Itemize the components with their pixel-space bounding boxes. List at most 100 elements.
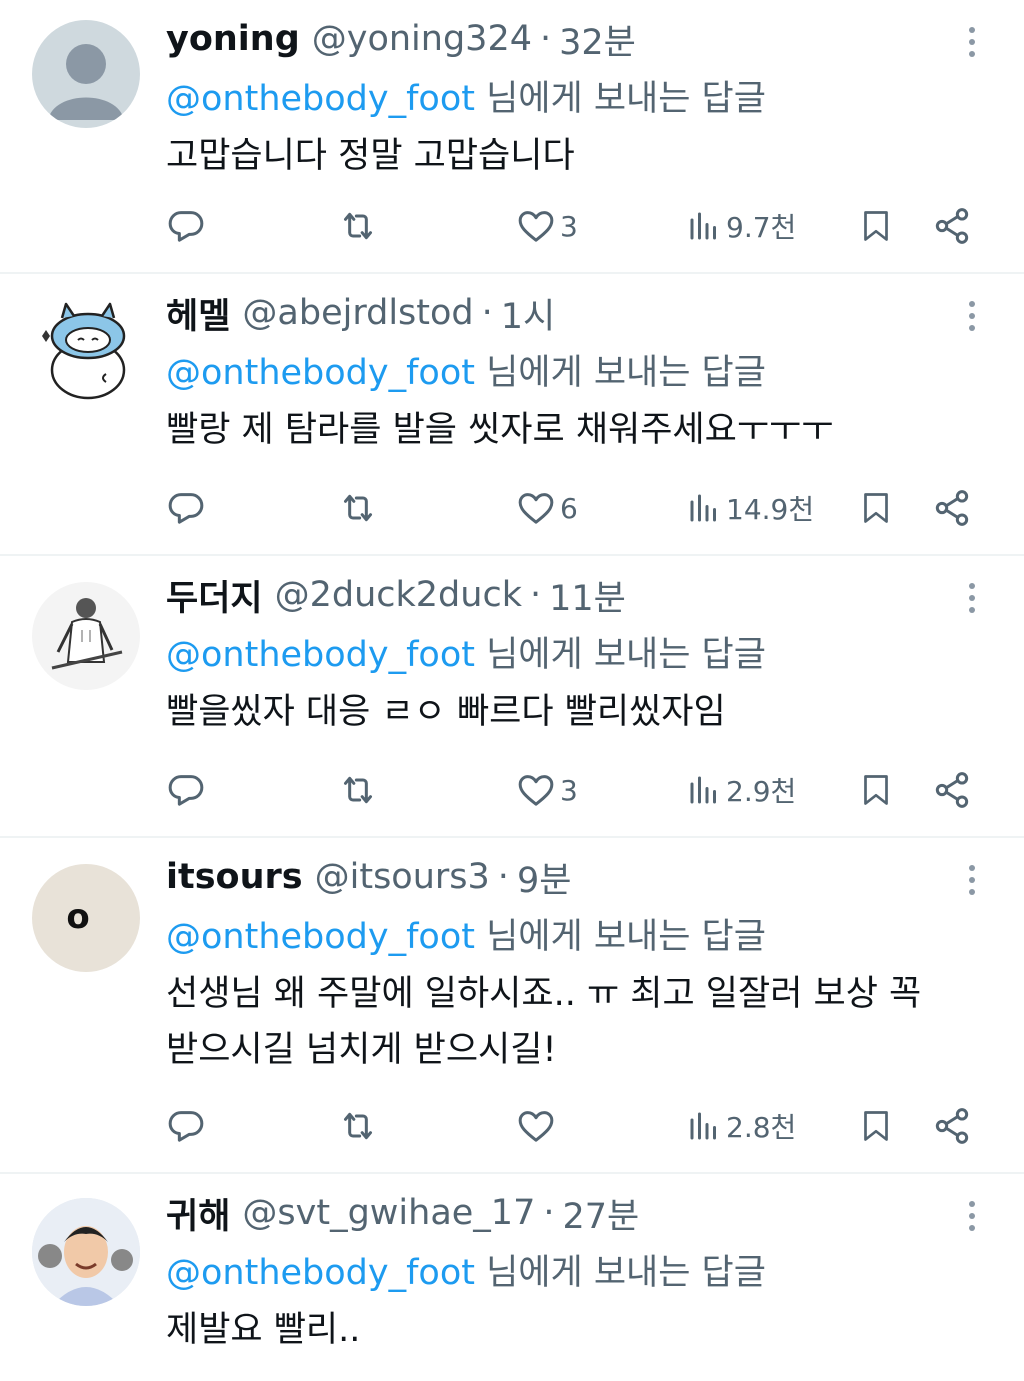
reply-button[interactable] — [166, 478, 206, 538]
mention-link[interactable]: @onthebody_foot — [166, 353, 475, 393]
replying-to: @onthebody_foot 님에게 보내는 답글 — [166, 70, 766, 121]
more-options-icon[interactable] — [960, 24, 984, 64]
avatar[interactable] — [32, 296, 140, 404]
analytics-icon — [690, 212, 716, 240]
replying-to: @onthebody_foot 님에게 보내는 답글 — [166, 626, 766, 677]
view-count: 2.9천 — [726, 775, 797, 808]
retweet-button[interactable] — [336, 478, 380, 538]
blue-hat-creature-icon — [42, 302, 126, 400]
tweet-header: itsours @itsours3 · 9분 — [166, 852, 571, 902]
view-count: 14.9천 — [726, 493, 815, 526]
like-button[interactable]: 3 — [516, 196, 578, 256]
views-button[interactable]: 14.9천 — [686, 478, 814, 538]
bookmark-button[interactable] — [858, 760, 894, 820]
mention-link[interactable]: @onthebody_foot — [166, 917, 475, 957]
display-name[interactable]: itsours — [166, 857, 303, 897]
avatar[interactable] — [32, 1198, 140, 1306]
bookmark-icon — [864, 775, 888, 805]
share-icon — [935, 490, 969, 526]
view-count: 2.8천 — [726, 1111, 797, 1144]
user-handle[interactable]: @2duck2duck — [275, 575, 522, 615]
like-button[interactable]: 3 — [516, 760, 578, 820]
share-button[interactable] — [932, 478, 972, 538]
more-options-icon[interactable] — [960, 862, 984, 902]
like-count: 3 — [560, 773, 578, 807]
tweet-text: 고맙습니다 정말 고맙습니다 — [166, 136, 575, 176]
avatar[interactable] — [32, 20, 140, 128]
bookmark-button[interactable] — [858, 478, 894, 538]
tweet-text: 빨랑 제 탐라를 발을 씻자로 채워주세요ㅜㅜㅜ — [166, 410, 834, 450]
reply-icon — [168, 1111, 204, 1142]
bookmark-button[interactable] — [858, 196, 894, 256]
replying-suffix: 님에게 보내는 답글 — [486, 353, 766, 393]
share-button[interactable] — [932, 760, 972, 820]
mention-link[interactable]: @onthebody_foot — [166, 635, 475, 675]
replying-to: @onthebody_foot 님에게 보내는 답글 — [166, 908, 766, 959]
share-button[interactable] — [932, 1096, 972, 1156]
share-icon — [935, 772, 969, 808]
reply-tweet[interactable]: 헤멜 @abejrdlstod · 1시 @onthebody_foot 님에게… — [0, 274, 1024, 556]
avatar[interactable]: o — [32, 864, 140, 972]
reply-button[interactable] — [166, 196, 206, 256]
mention-link[interactable]: @onthebody_foot — [166, 1253, 475, 1293]
timestamp[interactable]: 32분 — [559, 14, 636, 65]
user-handle[interactable]: @itsours3 — [315, 857, 490, 897]
mention-link[interactable]: @onthebody_foot — [166, 79, 475, 119]
reply-icon — [168, 211, 204, 242]
reply-tweet[interactable]: 두더지 @2duck2duck · 11분 @onthebody_foot 님에… — [0, 556, 1024, 838]
reply-tweet[interactable]: 귀해 @svt_gwihae_17 · 27분 @onthebody_foot … — [0, 1174, 1024, 1381]
action-bar: 2.8천 — [166, 1096, 986, 1156]
like-count: 6 — [560, 491, 578, 525]
tweet-text: 선생님 왜 주말에 일하시죠.. ㅠ 최고 일잘러 보상 꼭 받으시길 넘치게 … — [166, 974, 922, 1070]
person-photo-icon — [32, 1198, 140, 1306]
display-name[interactable]: yoning — [166, 19, 300, 59]
retweet-icon — [344, 1112, 372, 1140]
more-options-icon[interactable] — [960, 580, 984, 620]
like-count: 3 — [560, 209, 578, 243]
more-options-icon[interactable] — [960, 298, 984, 338]
timestamp[interactable]: 11분 — [549, 570, 626, 621]
bookmark-icon — [864, 1111, 888, 1141]
views-button[interactable]: 2.9천 — [686, 760, 796, 820]
reply-icon — [168, 775, 204, 806]
replying-suffix: 님에게 보내는 답글 — [486, 635, 766, 675]
retweet-button[interactable] — [336, 760, 380, 820]
reply-tweet[interactable]: yoning @yoning324 · 32분 @onthebody_foot … — [0, 0, 1024, 274]
retweet-button[interactable] — [336, 196, 380, 256]
reply-button[interactable] — [166, 760, 206, 820]
replying-to: @onthebody_foot 님에게 보내는 답글 — [166, 1244, 766, 1295]
reply-button[interactable] — [166, 1096, 206, 1156]
views-button[interactable]: 9.7천 — [686, 196, 796, 256]
reply-tweet[interactable]: o itsours @itsours3 · 9분 @onthebody_foot… — [0, 838, 1024, 1174]
more-options-icon[interactable] — [960, 1198, 984, 1238]
user-handle[interactable]: @yoning324 — [312, 19, 532, 59]
display-name[interactable]: 귀해 — [166, 1188, 230, 1239]
bookmark-button[interactable] — [858, 1096, 894, 1156]
avatar[interactable] — [32, 582, 140, 690]
baseball-player-sketch-icon — [51, 598, 123, 670]
replying-suffix: 님에게 보내는 답글 — [486, 917, 766, 957]
display-name[interactable]: 헤멜 — [166, 288, 230, 339]
separator: · — [481, 293, 493, 333]
user-handle[interactable]: @svt_gwihae_17 — [242, 1193, 535, 1233]
avatar-letter: o — [66, 897, 89, 937]
reply-feed: yoning @yoning324 · 32분 @onthebody_foot … — [0, 0, 1024, 1381]
replying-to: @onthebody_foot 님에게 보내는 답글 — [166, 344, 766, 395]
like-button[interactable] — [516, 1096, 560, 1156]
action-bar: 3 2.9천 — [166, 760, 986, 820]
share-button[interactable] — [932, 196, 972, 256]
timestamp[interactable]: 27분 — [562, 1188, 639, 1239]
replying-suffix: 님에게 보내는 답글 — [486, 1253, 766, 1293]
display-name[interactable]: 두더지 — [166, 570, 263, 621]
heart-icon — [518, 1111, 554, 1142]
views-button[interactable]: 2.8천 — [686, 1096, 796, 1156]
heart-icon — [518, 493, 554, 524]
user-handle[interactable]: @abejrdlstod — [242, 293, 473, 333]
like-button[interactable]: 6 — [516, 478, 578, 538]
tweet-header: 헤멜 @abejrdlstod · 1시 — [166, 288, 555, 338]
retweet-icon — [344, 776, 372, 804]
timestamp[interactable]: 9분 — [517, 852, 571, 903]
timestamp[interactable]: 1시 — [501, 288, 555, 339]
retweet-button[interactable] — [336, 1096, 380, 1156]
replying-suffix: 님에게 보내는 답글 — [486, 79, 766, 119]
